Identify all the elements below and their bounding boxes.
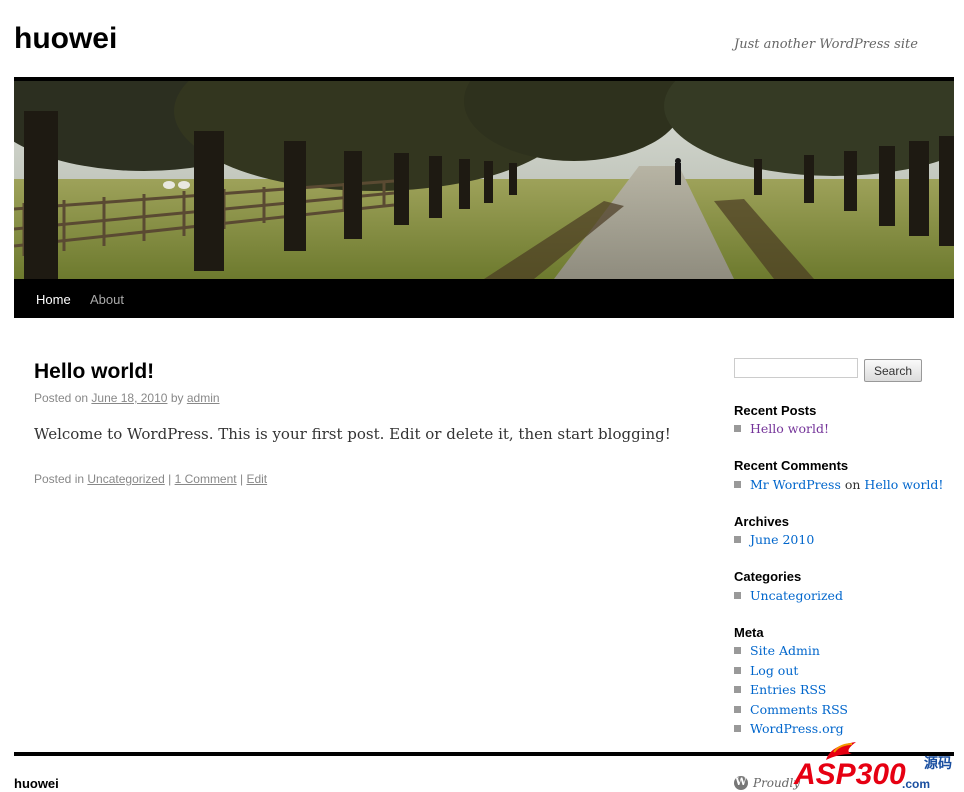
post-date-link[interactable]: June 18, 2010	[91, 391, 167, 405]
wordpress-org-link[interactable]: WordPress.org	[750, 721, 844, 736]
post-comments-link[interactable]: 1 Comment	[175, 472, 237, 486]
comment-on-text: on	[844, 477, 861, 492]
post-author-link[interactable]: admin	[187, 391, 220, 405]
list-item: Mr WordPress on Hello world!	[734, 475, 943, 495]
post-meta: Posted on June 18, 2010 by admin	[34, 391, 220, 405]
post-content: Welcome to WordPress. This is your first…	[34, 425, 671, 443]
post-meta-prefix: Posted on	[34, 391, 89, 405]
site-title[interactable]: huowei	[14, 22, 117, 56]
watermark-domain: .com	[902, 777, 930, 791]
log-out-link[interactable]: Log out	[750, 663, 798, 678]
post-title[interactable]: Hello world!	[34, 360, 154, 384]
entries-rss-link[interactable]: Entries RSS	[750, 682, 826, 697]
list-item: June 2010	[734, 530, 814, 550]
main-navigation: Home About	[14, 279, 954, 318]
asp300-watermark: ASP300 .com 源码	[793, 742, 952, 791]
categories-heading: Categories	[734, 569, 802, 584]
bullet-icon	[734, 666, 741, 674]
search-input[interactable]	[734, 358, 858, 378]
recent-posts-heading: Recent Posts	[734, 403, 817, 418]
recent-comments-list: Mr WordPress on Hello world!	[734, 475, 943, 495]
comments-rss-link[interactable]: Comments RSS	[750, 702, 848, 717]
list-item: Uncategorized	[734, 586, 843, 606]
bullet-icon	[734, 592, 741, 599]
bullet-icon	[734, 725, 741, 732]
search-button[interactable]: Search	[864, 359, 922, 382]
bullet-icon	[734, 686, 741, 693]
bullet-icon	[734, 425, 741, 432]
nav-item-about[interactable]: About	[90, 292, 124, 307]
comment-post-link[interactable]: Hello world!	[864, 477, 943, 492]
bullet-icon	[734, 705, 741, 713]
list-item: Hello world!	[734, 419, 829, 439]
watermark-brand: ASP300	[793, 758, 906, 791]
separator: |	[168, 472, 172, 486]
bullet-icon	[734, 536, 741, 543]
posted-in-label: Posted in	[34, 472, 85, 486]
nav-item-home[interactable]: Home	[36, 292, 71, 307]
site-admin-link[interactable]: Site Admin	[750, 643, 820, 658]
site-description: Just another WordPress site	[734, 37, 918, 52]
post-utility: Posted in Uncategorized | 1 Comment | Ed…	[34, 472, 267, 486]
list-item: WordPress.org	[734, 719, 848, 739]
post-category-link[interactable]: Uncategorized	[87, 472, 164, 486]
post-edit-link[interactable]: Edit	[246, 472, 267, 486]
bullet-icon	[734, 481, 741, 488]
archive-link[interactable]: June 2010	[750, 532, 814, 547]
meta-list: Site Admin Log out Entries RSS Comments …	[734, 641, 848, 739]
post-meta-by: by	[170, 391, 184, 405]
meta-heading: Meta	[734, 625, 764, 640]
footer-site-title[interactable]: huowei	[14, 776, 59, 791]
recent-comments-heading: Recent Comments	[734, 458, 849, 473]
category-link[interactable]: Uncategorized	[750, 588, 843, 603]
archives-heading: Archives	[734, 514, 789, 529]
list-item: Log out	[734, 661, 848, 681]
categories-list: Uncategorized	[734, 586, 843, 606]
watermark-side-text: 源码	[924, 755, 952, 772]
separator: |	[239, 472, 244, 486]
bullet-icon	[734, 647, 741, 654]
list-item: Entries RSS	[734, 680, 848, 700]
list-item: Site Admin	[734, 641, 848, 661]
header-image	[14, 81, 954, 279]
recent-posts-list: Hello world!	[734, 419, 829, 439]
recent-post-link[interactable]: Hello world!	[750, 421, 829, 436]
archives-list: June 2010	[734, 530, 814, 550]
wordpress-logo-icon[interactable]: W	[734, 776, 748, 790]
list-item: Comments RSS	[734, 700, 848, 720]
commenter-link[interactable]: Mr WordPress	[750, 477, 841, 492]
